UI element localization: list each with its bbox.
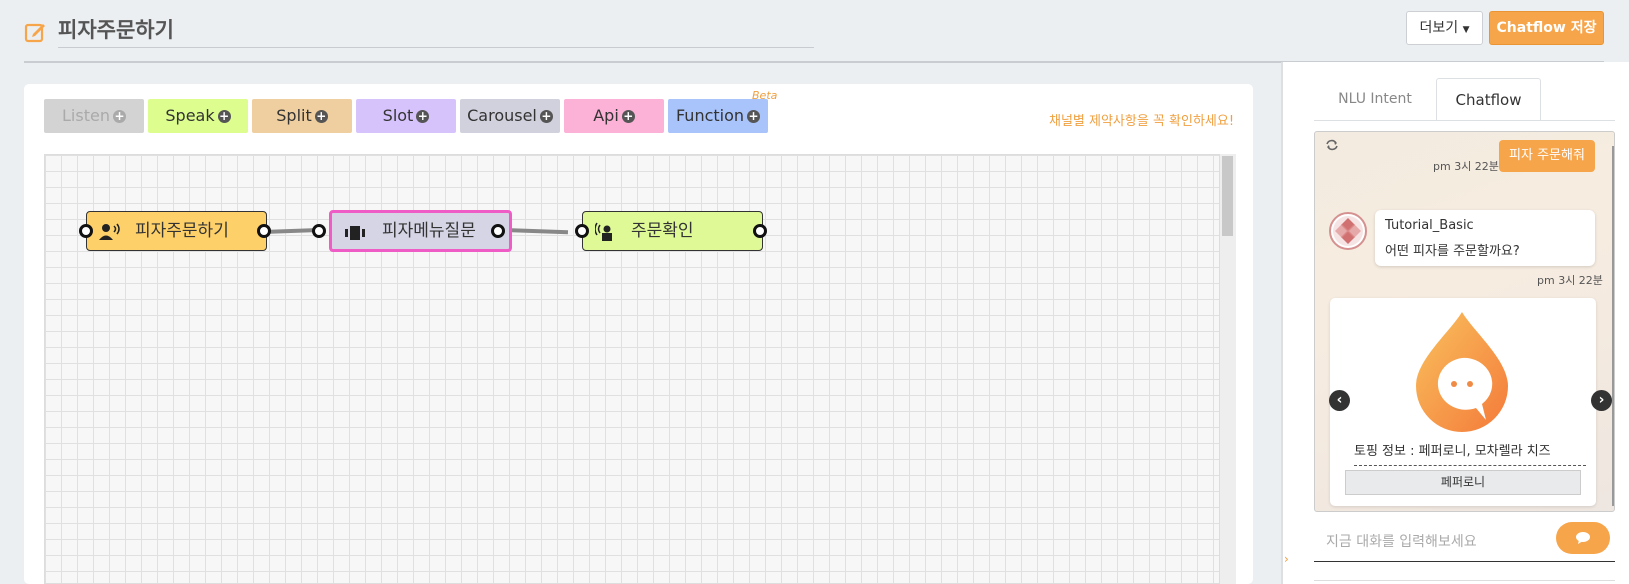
- input-port[interactable]: [575, 224, 589, 238]
- chat-preview: 피자 주문해줘 pm 3시 22분 Tutorial_Basic 어떤 피자를 …: [1314, 131, 1615, 512]
- chat-bubble-icon: [1576, 532, 1590, 544]
- send-button[interactable]: [1556, 522, 1610, 554]
- canvas-scrollbar-thumb[interactable]: [1222, 156, 1233, 236]
- flow-node-label: 피자주문하기: [135, 221, 229, 241]
- plus-icon: +: [112, 109, 126, 123]
- add-slot-label: Slot: [382, 106, 414, 125]
- bot-message: Tutorial_Basic 어떤 피자를 주문할까요?: [1375, 210, 1595, 266]
- add-api-button[interactable]: Api +: [564, 99, 664, 133]
- flow-node-label: 피자메뉴질문: [382, 221, 476, 241]
- refresh-icon[interactable]: [1325, 138, 1339, 152]
- add-carousel-label: Carousel: [467, 106, 537, 125]
- add-function-label: Function: [675, 106, 745, 125]
- bot-name: Tutorial_Basic: [1385, 218, 1474, 233]
- divider: [1314, 580, 1615, 581]
- carousel-icon: [345, 226, 365, 240]
- add-carousel-button[interactable]: Carousel +: [460, 99, 560, 133]
- flow-node-listen[interactable]: 피자주문하기: [86, 211, 267, 251]
- add-function-button[interactable]: Function +: [668, 99, 768, 133]
- chat-drop-logo-icon: [1416, 312, 1508, 432]
- message-timestamp: pm 3시 22분: [1537, 274, 1603, 287]
- bot-avatar: [1329, 212, 1367, 250]
- carousel-card: 토핑 정보 : 페퍼로니, 모차렐라 치즈 페퍼로니: [1330, 298, 1596, 506]
- bot-logo-icon: [1333, 216, 1363, 246]
- plus-icon: +: [314, 109, 328, 123]
- tab-nlu-intent[interactable]: NLU Intent: [1325, 78, 1425, 120]
- speak-icon: [595, 222, 612, 241]
- caret-down-icon: ▼: [1462, 25, 1470, 35]
- add-split-button[interactable]: Split +: [252, 99, 352, 133]
- plus-icon: +: [621, 109, 635, 123]
- bot-message-text: 어떤 피자를 주문할까요?: [1385, 244, 1520, 259]
- add-listen-label: Listen: [62, 106, 110, 125]
- message-timestamp: pm 3시 22분: [1433, 160, 1499, 173]
- add-listen-button[interactable]: Listen +: [44, 99, 144, 133]
- collapse-panel-icon[interactable]: ›: [1284, 552, 1289, 566]
- plus-icon: +: [416, 109, 430, 123]
- card-description: 토핑 정보 : 페퍼로니, 모차렐라 치즈: [1354, 440, 1586, 466]
- tab-underline: [1314, 120, 1615, 121]
- user-message: 피자 주문해줘: [1499, 140, 1595, 172]
- panel-divider: [1281, 62, 1283, 584]
- add-slot-button[interactable]: Slot +: [356, 99, 456, 133]
- top-bar: 피자주문하기 더보기 ▼ Chatflow 저장: [0, 0, 1629, 62]
- carousel-next-icon[interactable]: ›: [1591, 390, 1612, 411]
- add-api-label: Api: [593, 106, 619, 125]
- chatflow-title-input[interactable]: 피자주문하기: [58, 12, 814, 48]
- carousel-prev-icon[interactable]: ‹: [1329, 390, 1350, 411]
- flow-editor-panel: Listen + Speak + Split + Slot + Carousel + Ap…: [24, 84, 1253, 584]
- flow-node-label: 주문확인: [631, 221, 694, 241]
- save-chatflow-button[interactable]: Chatflow 저장: [1489, 11, 1604, 45]
- beta-badge: Beta: [752, 89, 778, 102]
- plus-icon: +: [217, 109, 231, 123]
- add-split-label: Split: [276, 106, 312, 125]
- chat-scrollbar[interactable]: [1612, 146, 1614, 506]
- add-speak-button[interactable]: Speak +: [148, 99, 248, 133]
- add-speak-label: Speak: [165, 106, 215, 125]
- flow-node-carousel[interactable]: 피자메뉴질문: [329, 210, 512, 252]
- card-option-button[interactable]: 페퍼로니: [1345, 470, 1581, 495]
- listen-icon: [99, 223, 120, 240]
- edit-icon: [24, 23, 45, 43]
- more-button[interactable]: 더보기 ▼: [1406, 11, 1483, 45]
- output-port[interactable]: [491, 224, 505, 238]
- input-port[interactable]: [312, 224, 326, 238]
- flow-node-speak[interactable]: 주문확인: [582, 211, 763, 251]
- channel-notice-link[interactable]: 채널별 제약사항을 꼭 확인하세요!: [1049, 110, 1234, 129]
- more-button-label: 더보기: [1419, 20, 1459, 36]
- output-port[interactable]: [257, 224, 271, 238]
- input-port[interactable]: [79, 224, 93, 238]
- tab-chatflow[interactable]: Chatflow: [1436, 78, 1541, 120]
- output-port[interactable]: [753, 224, 767, 238]
- plus-icon: +: [539, 109, 553, 123]
- plus-icon: +: [747, 109, 761, 123]
